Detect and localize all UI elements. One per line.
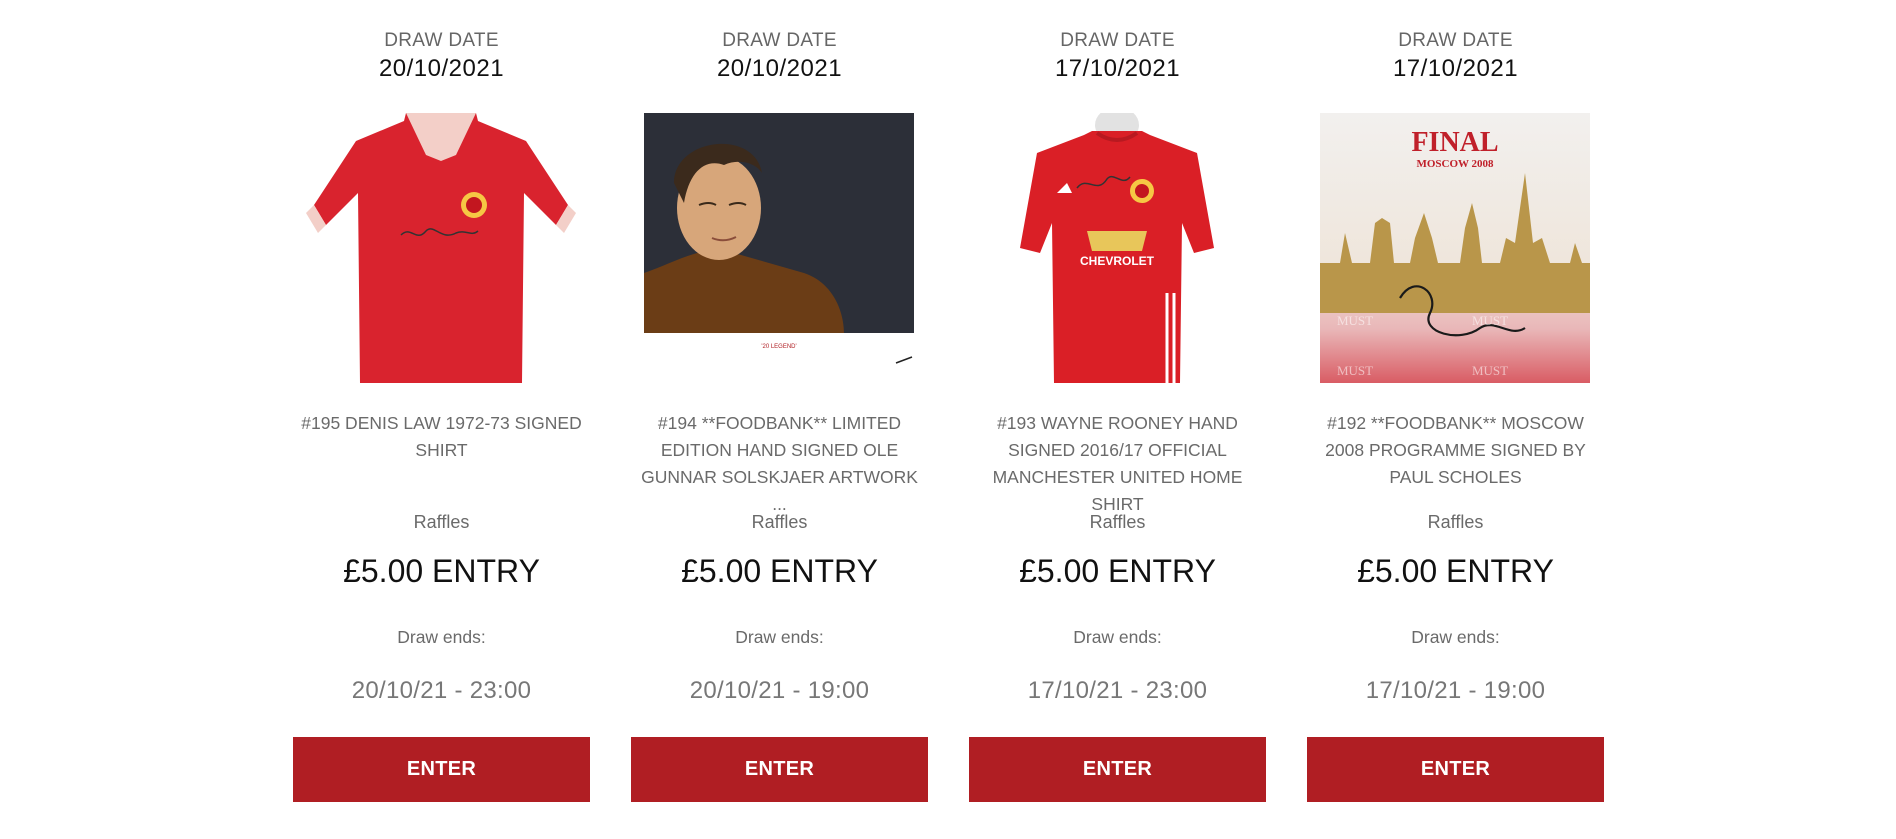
enter-button[interactable]: ENTER (969, 737, 1266, 802)
draw-ends-label: Draw ends: (735, 627, 824, 647)
raffle-category[interactable]: Raffles (631, 512, 928, 533)
raffle-card: DRAW DATE 20/10/2021 #195 DENIS LAW 1972… (293, 0, 590, 839)
draw-ends-value: 20/10/21 - 19:00 (689, 677, 870, 704)
raffle-card: DRAW DATE 17/10/2021 FINAL MOSCOW 2008 M… (1307, 0, 1604, 839)
draw-date-value: 20/10/2021 (378, 55, 505, 82)
raffle-grid: DRAW DATE 20/10/2021 #195 DENIS LAW 1972… (293, 0, 1605, 839)
raffle-card: DRAW DATE 20/10/2021 '20 LEGEND' #194 **… (631, 0, 928, 839)
moscow-programme-image[interactable]: FINAL MOSCOW 2008 MUST MUST MUST MUST (1320, 113, 1590, 383)
entry-price: £5.00 ENTRY (1019, 553, 1216, 589)
draw-ends-label: Draw ends: (1073, 627, 1162, 647)
svg-text:MUST: MUST (1472, 313, 1508, 328)
enter-button[interactable]: ENTER (631, 737, 928, 802)
svg-text:FINAL: FINAL (1411, 127, 1498, 158)
entry-price: £5.00 ENTRY (1357, 553, 1554, 589)
raffle-title[interactable]: #195 DENIS LAW 1972-73 SIGNED SHIRT (299, 410, 584, 464)
draw-ends-value: 17/10/21 - 19:00 (1365, 677, 1546, 704)
draw-date-label: DRAW DATE (722, 30, 837, 51)
svg-text:MUST: MUST (1337, 313, 1373, 328)
entry-price: £5.00 ENTRY (343, 553, 540, 589)
enter-button[interactable]: ENTER (1307, 737, 1604, 802)
draw-date-label: DRAW DATE (1060, 30, 1175, 51)
draw-date-label: DRAW DATE (384, 30, 499, 51)
raffle-title[interactable]: #193 WAYNE ROONEY HAND SIGNED 2016/17 OF… (975, 410, 1260, 518)
entry-price: £5.00 ENTRY (681, 553, 878, 589)
draw-ends-value: 20/10/21 - 23:00 (351, 677, 532, 704)
svg-text:CHEVROLET: CHEVROLET (1080, 254, 1155, 268)
solskjaer-artwork-image[interactable]: '20 LEGEND' (644, 113, 914, 383)
enter-button[interactable]: ENTER (293, 737, 590, 802)
draw-ends-value: 17/10/21 - 23:00 (1027, 677, 1208, 704)
raffle-card: DRAW DATE 17/10/2021 CHEVROLET #193 WAYN… (969, 0, 1266, 839)
draw-ends-label: Draw ends: (397, 627, 486, 647)
draw-date-value: 20/10/2021 (716, 55, 843, 82)
raffle-category[interactable]: Raffles (293, 512, 590, 533)
draw-date-label: DRAW DATE (1398, 30, 1513, 51)
draw-ends-label: Draw ends: (1411, 627, 1500, 647)
svg-text:MOSCOW 2008: MOSCOW 2008 (1416, 158, 1494, 170)
raffle-category[interactable]: Raffles (969, 512, 1266, 533)
draw-date-value: 17/10/2021 (1392, 55, 1519, 82)
svg-text:'20 LEGEND': '20 LEGEND' (761, 344, 796, 350)
signed-red-retro-shirt-image[interactable] (306, 113, 576, 383)
raffle-title[interactable]: #194 **FOODBANK** LIMITED EDITION HAND S… (637, 410, 922, 518)
draw-date-value: 17/10/2021 (1054, 55, 1181, 82)
svg-text:MUST: MUST (1472, 363, 1508, 378)
svg-text:MUST: MUST (1337, 363, 1373, 378)
raffle-title[interactable]: #192 **FOODBANK** MOSCOW 2008 PROGRAMME … (1313, 410, 1598, 491)
raffle-category[interactable]: Raffles (1307, 512, 1604, 533)
signed-home-shirt-image[interactable]: CHEVROLET (982, 113, 1252, 383)
